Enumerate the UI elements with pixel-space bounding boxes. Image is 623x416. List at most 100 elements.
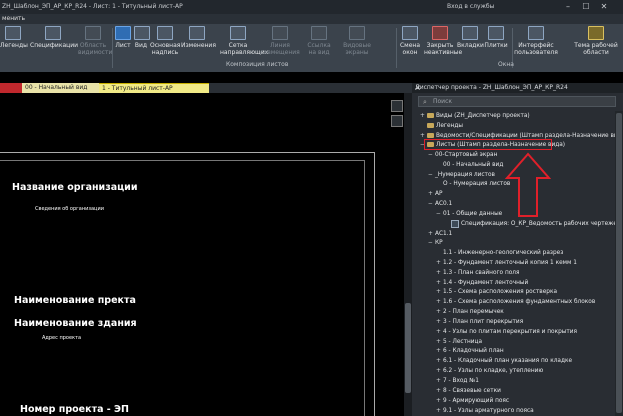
tree-item-label: Виды (ZH_Диспетчер проекта)	[436, 113, 530, 119]
expand-icon[interactable]: +	[436, 287, 443, 297]
sheet-border-inner	[0, 160, 365, 416]
title-block-button[interactable]: Основная надпись	[150, 26, 180, 56]
expand-icon[interactable]: +	[436, 307, 443, 317]
collapse-icon[interactable]: −	[436, 209, 443, 219]
expand-icon[interactable]: +	[436, 268, 443, 278]
maximize-icon[interactable]: ☐	[580, 1, 592, 12]
tree-item[interactable]: +8 - Связевые сетки	[436, 386, 501, 396]
org-info-text: Сведения об организации	[35, 206, 104, 212]
view-button[interactable]: Вид	[134, 26, 150, 49]
user-interface-button[interactable]: Интерфейс пользователя	[514, 26, 558, 56]
tree-item[interactable]: +7 - Вход №1	[436, 376, 479, 386]
tree-item[interactable]: − КР	[428, 238, 443, 248]
close-panel-icon[interactable]: ✕	[415, 83, 620, 93]
revisions-button[interactable]: Изменения	[181, 26, 216, 49]
tile-views-button[interactable]: Плитки	[484, 26, 508, 49]
ribbon-group-windows: Окна	[498, 61, 514, 68]
tree-item[interactable]: 1.1 - Инженерно-геологический разрез	[436, 248, 563, 258]
expand-icon[interactable]: +	[420, 111, 427, 121]
legend-icon	[5, 26, 21, 40]
building-name-text: Наименование здания	[14, 318, 137, 329]
expand-icon[interactable]: +	[436, 386, 443, 396]
sign-in-link[interactable]: Вход в службы	[447, 3, 494, 10]
tile-views-icon	[488, 26, 504, 40]
tree-item-label: 9.1 - Узлы арматурного пояса	[443, 408, 534, 414]
workspace-theme-button[interactable]: Тема рабочей области	[574, 26, 618, 56]
schedules-button[interactable]: Спецификации	[30, 26, 78, 49]
guide-grid-button[interactable]: Сетка направляющих	[220, 26, 268, 56]
expand-icon[interactable]: +	[436, 346, 443, 356]
tab-start-view[interactable]: 00 - Начальный вид	[22, 83, 104, 93]
expand-icon[interactable]: +	[436, 297, 443, 307]
expand-icon[interactable]: +	[436, 366, 443, 376]
tree-item[interactable]: − АС0.1	[428, 199, 452, 209]
tree-item[interactable]: +1.5 - Схема расположения ростверка	[436, 287, 557, 297]
sheet-button[interactable]: Лист	[114, 26, 132, 49]
browser-scrollbar[interactable]	[615, 111, 623, 416]
viewport-scroll-thumb[interactable]	[405, 303, 411, 393]
tree-item[interactable]: −01 - Общие данные	[436, 209, 502, 219]
legends-button[interactable]: Легенды	[0, 26, 28, 49]
tree-item[interactable]: 00 - Начальный вид	[436, 160, 503, 170]
ribbon: Легенды Спецификации Область видимости Л…	[0, 24, 623, 72]
expand-icon[interactable]: +	[428, 189, 435, 199]
tree-item[interactable]: +1.3 - План свайного поля	[436, 268, 519, 278]
title-block-icon	[157, 26, 173, 40]
matchline-button[interactable]: Линия совмещения	[260, 26, 300, 56]
view-reference-button[interactable]: Ссылка на вид	[303, 26, 335, 56]
revisions-icon	[189, 26, 205, 40]
tree-item-label: 1.1 - Инженерно-геологический разрез	[443, 250, 564, 256]
tree-item[interactable]: + Виды (ZH_Диспетчер проекта)	[420, 111, 530, 121]
expand-icon[interactable]: +	[436, 356, 443, 366]
tree-item[interactable]: +3 - План плит перекрытия	[436, 317, 523, 327]
tree-item[interactable]: +9 - Армирующий пояс	[436, 396, 509, 406]
project-name-text: Наименование пректа	[14, 295, 136, 306]
browser-scroll-thumb[interactable]	[616, 113, 622, 413]
tree-item[interactable]: О - Нумерация листов	[436, 179, 510, 189]
tree-item[interactable]: +1.2 - Фундамент ленточный копия 1 кемм …	[436, 258, 577, 268]
tree-item[interactable]: +9.1 - Узлы арматурного пояса	[436, 406, 534, 416]
minimize-icon[interactable]: –	[562, 1, 574, 12]
zoom-icon[interactable]	[391, 115, 403, 127]
up-arrow-annotation	[505, 152, 551, 217]
search-box[interactable]: ⌕	[418, 96, 616, 107]
tree-item-label: Спецификация: О_КР_Ведомость рабочих чер…	[461, 221, 623, 227]
collapse-icon[interactable]: −	[428, 150, 435, 160]
viewport-scrollbar[interactable]	[404, 93, 412, 416]
collapse-icon[interactable]: −	[428, 170, 435, 180]
tree-item[interactable]: +2 - План перемычек	[436, 307, 504, 317]
tab-views-button[interactable]: Вкладки	[457, 26, 484, 49]
expand-icon[interactable]: +	[436, 376, 443, 386]
drawing-viewport[interactable]: Название организации Сведения об организ…	[0, 93, 412, 416]
expand-icon[interactable]: +	[436, 317, 443, 327]
tree-item[interactable]: + АР	[428, 189, 442, 199]
project-browser: Диспетчер проекта - ZH_Шаблон_ЭП_АР_КР_R…	[412, 83, 623, 416]
tree-item[interactable]: +4 - Узлы по плитам перекрытия и покрыти…	[436, 327, 577, 337]
scope-box-button[interactable]: Область видимости	[78, 26, 112, 56]
collapse-icon[interactable]: −	[428, 199, 435, 209]
close-inactive-button[interactable]: Закрыть неактивные	[424, 26, 462, 56]
expand-icon[interactable]: +	[436, 327, 443, 337]
collapse-icon[interactable]: −	[428, 238, 435, 248]
tree-item[interactable]: +6.2 - Узлы по кладке, утеплению	[436, 366, 543, 376]
navigation-wheel-icon[interactable]	[391, 100, 403, 112]
tree-item[interactable]: Легенды	[420, 121, 463, 131]
tree-item-label: 3 - План плит перекрытия	[443, 319, 524, 325]
tree-item[interactable]: +6 - Кладочный план	[436, 346, 504, 356]
tree-item[interactable]: Спецификация: О_КР_Ведомость рабочих чер…	[444, 219, 623, 229]
search-input[interactable]	[433, 97, 613, 106]
switch-windows-button[interactable]: Смена окон	[398, 26, 422, 56]
tree-item[interactable]: −00-Стартовый экран	[428, 150, 497, 160]
expand-icon[interactable]: +	[436, 396, 443, 406]
tab-red[interactable]	[0, 83, 24, 93]
viewports-button[interactable]: Видовые экраны	[340, 26, 374, 56]
view-reference-icon	[311, 26, 327, 40]
close-icon[interactable]: ✕	[598, 1, 610, 12]
expand-icon[interactable]: +	[436, 258, 443, 268]
folder-icon	[427, 133, 434, 138]
folder-icon	[427, 113, 434, 118]
menu-item-fragment[interactable]: менить	[2, 15, 25, 22]
tree-item[interactable]: +6.1 - Кладочный план указания по кладке	[436, 356, 572, 366]
tree-item[interactable]: +1.6 - Схема расположения фундаментных б…	[436, 297, 595, 307]
expand-icon[interactable]: +	[436, 406, 443, 416]
